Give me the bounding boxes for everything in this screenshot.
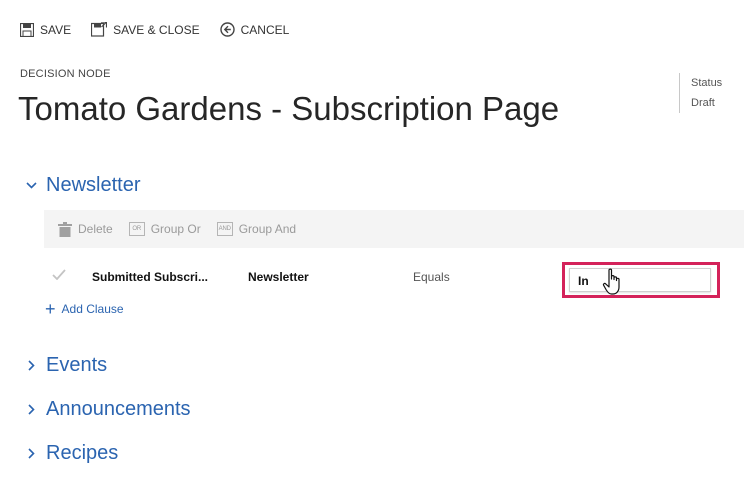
hand-cursor-icon <box>602 268 620 295</box>
section-title: Events <box>46 354 108 376</box>
group-and-icon: AND <box>216 222 233 236</box>
group-and-label: Group And <box>238 222 297 236</box>
group-and-button[interactable]: AND Group And <box>216 222 297 236</box>
section-recipes[interactable]: Recipes <box>24 442 118 465</box>
chevron-right-icon <box>24 448 38 459</box>
group-or-icon: OR <box>128 222 145 236</box>
save-and-close-button[interactable]: SAVE & CLOSE <box>91 22 200 37</box>
clause-field[interactable]: Submitted Subscri... <box>92 270 208 284</box>
status-panel: Status Draft <box>679 73 722 113</box>
chevron-right-icon <box>24 360 38 371</box>
clause-row: Submitted Subscri... Newsletter Equals I… <box>44 262 744 298</box>
delete-label: Delete <box>78 222 113 236</box>
section-title: Recipes <box>46 442 119 464</box>
page-title: Tomato Gardens - Subscription Page <box>18 90 560 127</box>
save-icon <box>20 22 34 37</box>
add-clause-label: Add Clause <box>61 302 124 316</box>
group-or-label: Group Or <box>150 222 201 236</box>
chevron-right-icon <box>24 404 38 415</box>
section-title: Newsletter <box>46 174 141 196</box>
save-close-icon <box>91 22 108 37</box>
status-label: Status <box>691 77 723 89</box>
value-highlight-frame: In <box>562 262 720 298</box>
trash-icon <box>58 221 72 237</box>
check-icon[interactable] <box>52 269 66 283</box>
section-events[interactable]: Events <box>24 354 107 377</box>
save-label: SAVE <box>40 22 72 37</box>
save-close-label: SAVE & CLOSE <box>113 22 200 37</box>
section-title: Announcements <box>46 398 191 420</box>
chevron-down-icon <box>24 182 38 189</box>
clause-action-bar: Delete OR Group Or AND Group And <box>44 210 744 248</box>
clause-value-input[interactable]: In <box>569 268 711 292</box>
delete-button[interactable]: Delete <box>58 221 113 237</box>
section-announcements[interactable]: Announcements <box>24 398 191 421</box>
plus-icon: + <box>45 299 56 319</box>
cancel-label: CANCEL <box>240 22 290 37</box>
clause-operator[interactable]: Equals <box>413 270 450 284</box>
node-type-label: DECISION NODE <box>20 68 111 80</box>
section-newsletter[interactable]: Newsletter <box>24 174 140 197</box>
group-or-button[interactable]: OR Group Or <box>128 222 201 236</box>
save-button[interactable]: SAVE <box>20 22 72 37</box>
cancel-button[interactable]: CANCEL <box>219 22 290 37</box>
clause-attribute[interactable]: Newsletter <box>248 270 309 284</box>
command-bar: SAVE SAVE & CLOSE CANCEL <box>20 22 309 37</box>
status-value: Draft <box>691 97 715 109</box>
back-circle-icon <box>219 22 235 37</box>
add-clause-button[interactable]: + Add Clause <box>45 299 124 319</box>
